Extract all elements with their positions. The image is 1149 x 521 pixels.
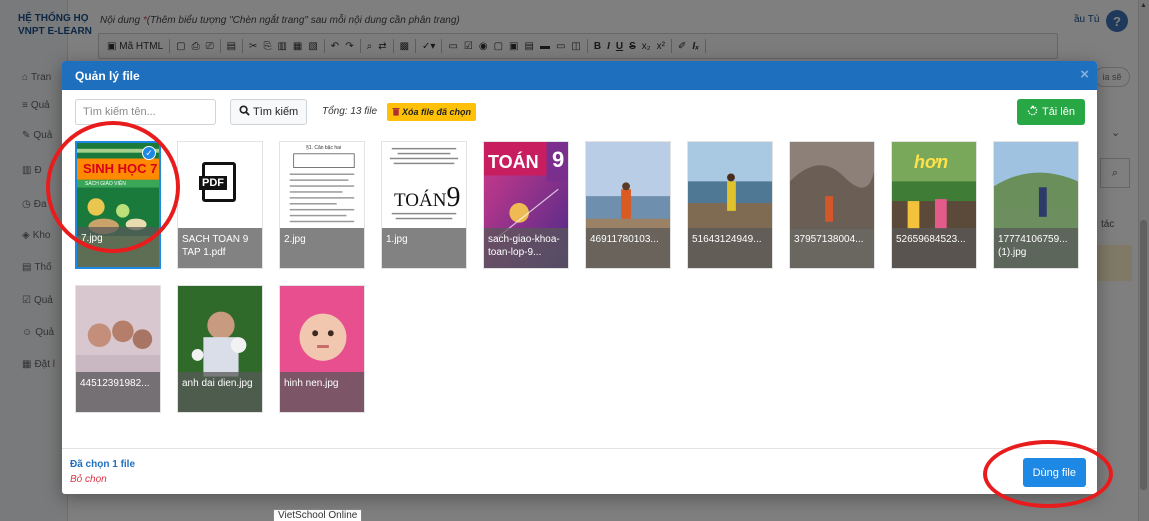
cover-number: 9	[552, 147, 565, 172]
file-name: 44512391982...	[76, 372, 160, 412]
photo-caption: hơn	[914, 152, 949, 172]
status-tooltip: VietSchool Online	[273, 509, 363, 521]
file-name: 51643124949...	[688, 228, 772, 268]
search-icon	[239, 105, 250, 119]
doc-title: §1. Căn bậc hai	[306, 145, 342, 151]
upload-icon	[1027, 105, 1038, 119]
file-tile[interactable]: 46911780103...	[585, 141, 671, 269]
cover-title: SINH HỌC 7	[83, 161, 158, 176]
use-file-button[interactable]: Dùng file	[1022, 458, 1086, 487]
selection-count: Đã chọn 1 file	[70, 459, 136, 470]
cover-subtitle: SÁCH GIÁO VIÊN	[85, 181, 126, 187]
file-tile[interactable]: 17774106759... (1).jpg	[993, 141, 1079, 269]
delete-selected-button[interactable]: Xóa file đã chọn	[387, 103, 477, 121]
file-name: 7.jpg	[77, 227, 159, 267]
file-tile[interactable]: 44512391982...	[75, 285, 161, 413]
cover-title: TOÁN	[488, 152, 539, 172]
trash-icon	[392, 107, 400, 118]
file-tile[interactable]: SINH HỌC 7 SÁCH GIÁO VIÊN ✓ 7.jpg	[75, 141, 161, 269]
modal-footer: Đã chọn 1 file Bỏ chọn Dùng file	[62, 448, 1097, 494]
doc-title: TOÁN9	[394, 182, 461, 213]
file-name: 37957138004...	[790, 228, 874, 268]
file-count: Tổng: 13 file	[322, 106, 378, 117]
upload-button[interactable]: Tải lên	[1016, 99, 1085, 125]
modal-header: Quản lý file ×	[62, 61, 1097, 90]
deselect-link[interactable]: Bỏ chọn	[70, 474, 107, 485]
file-name: 52659684523...	[892, 228, 976, 268]
file-tile[interactable]: 51643124949...	[687, 141, 773, 269]
file-name: 17774106759... (1).jpg	[994, 228, 1078, 268]
modal-title: Quản lý file	[75, 68, 140, 83]
close-icon[interactable]: ×	[1080, 67, 1089, 82]
file-name: 2.jpg	[280, 228, 364, 268]
file-name: 1.jpg	[382, 228, 466, 268]
file-tile[interactable]: TOÁN9 1.jpg	[381, 141, 467, 269]
file-tile[interactable]: §1. Căn bậc hai 2.jpg	[279, 141, 365, 269]
file-name: anh dai dien.jpg	[178, 372, 262, 412]
file-tile[interactable]: 37957138004...	[789, 141, 875, 269]
pdf-label: PDF	[199, 176, 227, 190]
search-input[interactable]	[75, 99, 216, 125]
file-tile[interactable]: TOÁN 9 sach-giao-khoa-toan-lop-9...	[483, 141, 569, 269]
file-name: sach-giao-khoa-toan-lop-9...	[484, 228, 568, 268]
file-name: hinh nen.jpg	[280, 372, 364, 412]
search-button[interactable]: Tìm kiếm	[230, 99, 308, 125]
selected-check-icon: ✓	[142, 146, 156, 160]
file-name: 46911780103...	[586, 228, 670, 268]
file-toolbar: Tìm kiếm Tổng: 13 file Xóa file đã chọn …	[62, 90, 1097, 136]
file-tile[interactable]: hinh nen.jpg	[279, 285, 365, 413]
file-manager-modal: Quản lý file × Tìm kiếm Tổng: 13 file Xó…	[62, 61, 1097, 494]
file-name: SACH TOAN 9 TAP 1.pdf	[178, 228, 262, 268]
file-tile[interactable]: hơn 52659684523...	[891, 141, 977, 269]
file-tile[interactable]: anh dai dien.jpg	[177, 285, 263, 413]
file-tile[interactable]: PDF SACH TOAN 9 TAP 1.pdf	[177, 141, 263, 269]
